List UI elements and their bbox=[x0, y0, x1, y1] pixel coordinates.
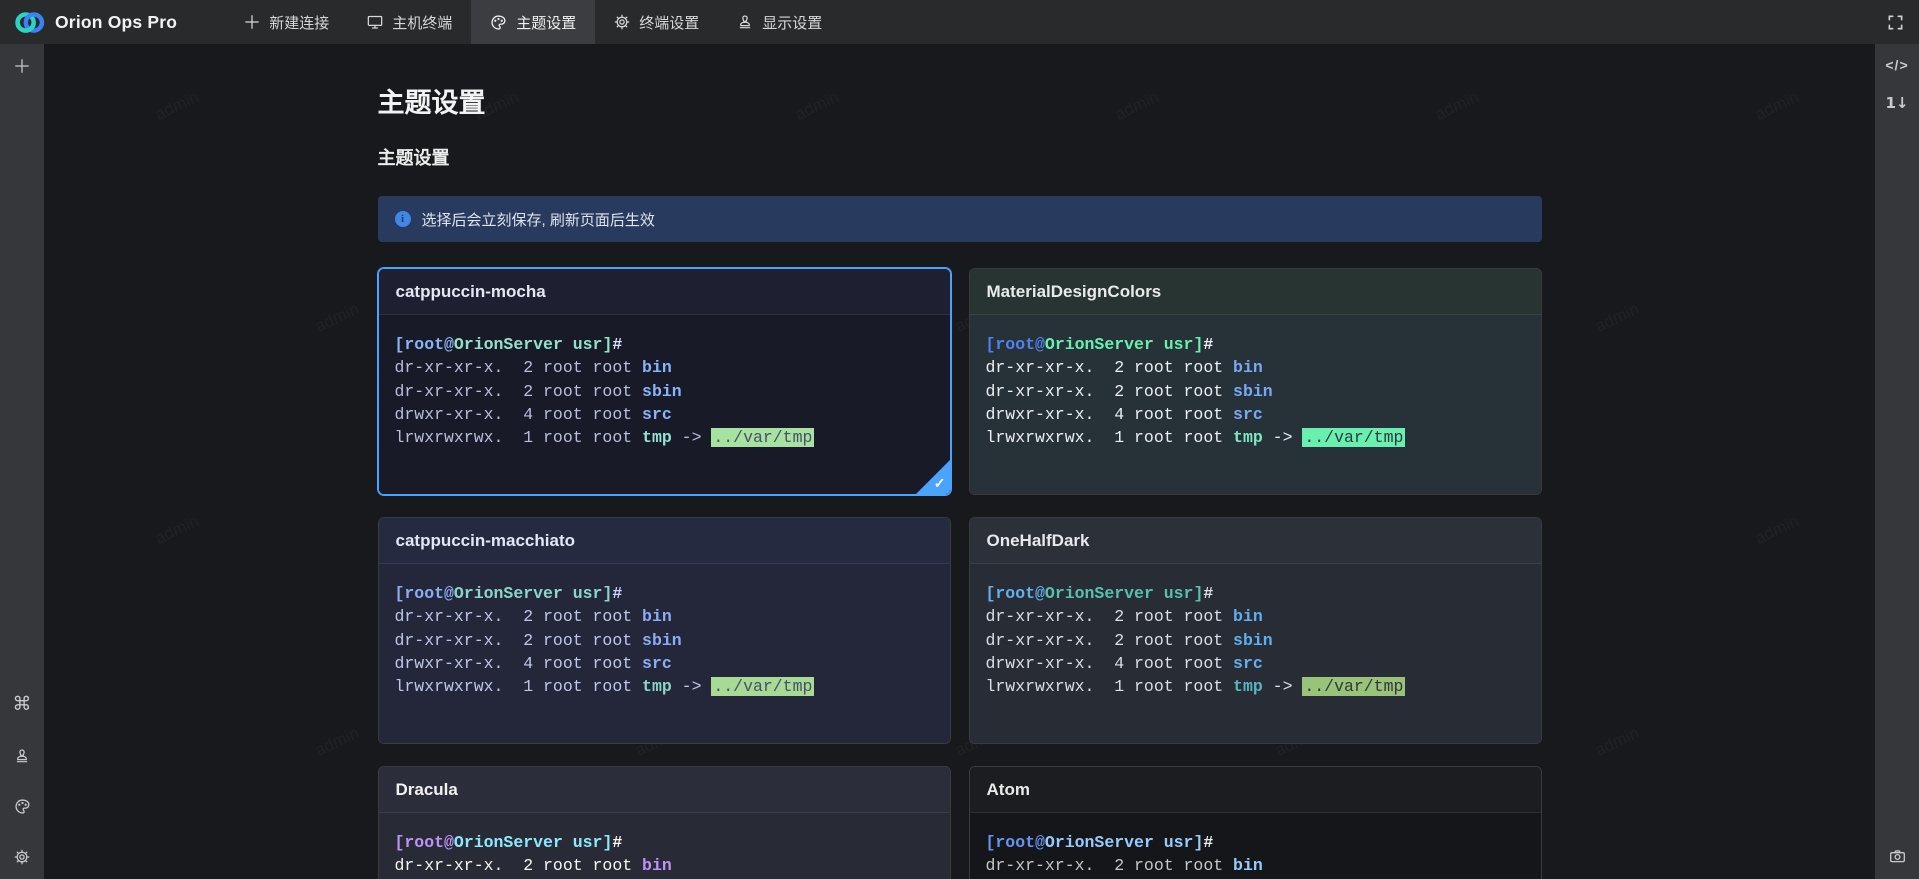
terminal-line: dr-xr-xr-x. 2 root root sbin bbox=[395, 629, 934, 652]
tab-label: 主题设置 bbox=[516, 12, 576, 33]
terminal-preview: [root@OrionServer usr]#dr-xr-xr-x. 2 roo… bbox=[970, 564, 1541, 744]
terminal-line: dr-xr-xr-x. 2 root root bin bbox=[395, 605, 934, 628]
tab-new-connection[interactable]: 新建连接 bbox=[225, 0, 348, 44]
terminal-line: drwxr-xr-x. 4 root root src bbox=[986, 652, 1525, 675]
watermark-text: admin bbox=[312, 723, 362, 761]
terminal-line: dr-xr-xr-x. 2 root root bin bbox=[395, 854, 934, 877]
terminal-line: lrwxrwxrwx. 1 root root tmp -> ../var/tm… bbox=[395, 675, 934, 698]
terminal-line: lrwxrwxrwx. 1 root root tmp -> ../var/tm… bbox=[395, 426, 934, 449]
terminal-line: dr-xr-xr-x. 2 root root sbin bbox=[395, 380, 934, 403]
plus-icon[interactable] bbox=[14, 58, 30, 74]
theme-card-title: Dracula bbox=[379, 767, 950, 813]
app-logo-icon bbox=[13, 6, 46, 39]
tab-label: 新建连接 bbox=[269, 12, 329, 33]
watermark-text: admin bbox=[152, 87, 202, 125]
watermark-text: admin bbox=[152, 511, 202, 549]
terminal-prompt-line: [root@OrionServer usr]# bbox=[395, 333, 934, 356]
left-toolbar: ⌘ bbox=[0, 44, 44, 879]
tab-host-terminal[interactable]: 主机终端 bbox=[348, 0, 471, 44]
terminal-prompt-line: [root@OrionServer usr]# bbox=[395, 831, 934, 854]
command-icon[interactable]: ⌘ bbox=[13, 695, 32, 714]
theme-card-grid: catppuccin-mocha[root@OrionServer usr]#d… bbox=[378, 268, 1542, 879]
code-icon[interactable]: </> bbox=[1885, 58, 1908, 72]
page-title: 主题设置 bbox=[378, 86, 1542, 120]
theme-card-title: Atom bbox=[970, 767, 1541, 813]
terminal-line: lrwxrwxrwx. 1 root root tmp -> ../var/tm… bbox=[986, 426, 1525, 449]
symlink-target: ../var/tmp bbox=[711, 428, 814, 447]
terminal-line: lrwxrwxrwx. 1 root root tmp -> ../var/tm… bbox=[986, 675, 1525, 698]
brand: Orion Ops Pro bbox=[0, 6, 177, 39]
right-toolbar: </> 1↓ bbox=[1875, 44, 1919, 879]
tab-terminal-settings[interactable]: 终端设置 bbox=[595, 0, 718, 44]
terminal-line: drwxr-xr-x. 4 root root src bbox=[395, 652, 934, 675]
theme-card-catppuccin-macchiato[interactable]: catppuccin-macchiato[root@OrionServer us… bbox=[378, 517, 951, 744]
terminal-preview: [root@OrionServer usr]#dr-xr-xr-x. 2 roo… bbox=[970, 813, 1541, 879]
tab-display-settings[interactable]: 显示设置 bbox=[718, 0, 841, 44]
terminal-prompt-line: [root@OrionServer usr]# bbox=[395, 582, 934, 605]
terminal-line: dr-xr-xr-x. 2 root root sbin bbox=[986, 380, 1525, 403]
gear-icon bbox=[614, 14, 630, 30]
nav-tabs: 新建连接 主机终端 主题设置 终端设置 显示设置 bbox=[225, 0, 841, 44]
terminal-line: dr-xr-xr-x. 2 root root bin bbox=[986, 605, 1525, 628]
terminal-preview: [root@OrionServer usr]#dr-xr-xr-x. 2 roo… bbox=[379, 813, 950, 879]
theme-card-one-half-dark[interactable]: OneHalfDark[root@OrionServer usr]#dr-xr-… bbox=[969, 517, 1542, 744]
terminal-line: drwxr-xr-x. 4 root root src bbox=[395, 403, 934, 426]
terminal-prompt-line: [root@OrionServer usr]# bbox=[986, 582, 1525, 605]
monitor-icon bbox=[367, 14, 383, 30]
tab-label: 主机终端 bbox=[392, 12, 452, 33]
theme-card-title: MaterialDesignColors bbox=[970, 269, 1541, 315]
gear-icon[interactable] bbox=[14, 849, 30, 865]
terminal-preview: [root@OrionServer usr]#dr-xr-xr-x. 2 roo… bbox=[379, 315, 950, 495]
alert-text: 选择后会立刻保存, 刷新页面后生效 bbox=[422, 209, 655, 230]
tab-theme-settings[interactable]: 主题设置 bbox=[471, 0, 595, 44]
terminal-preview: [root@OrionServer usr]#dr-xr-xr-x. 2 roo… bbox=[379, 564, 950, 744]
stamp-icon bbox=[737, 14, 753, 30]
symlink-target: ../var/tmp bbox=[1302, 677, 1405, 696]
watermark-text: admin bbox=[1592, 299, 1642, 337]
terminal-prompt-line: [root@OrionServer usr]# bbox=[986, 333, 1525, 356]
terminal-line: drwxr-xr-x. 4 root root src bbox=[986, 403, 1525, 426]
stamp-icon[interactable] bbox=[14, 748, 30, 764]
app-title: Orion Ops Pro bbox=[55, 12, 177, 33]
tab-label: 终端设置 bbox=[639, 12, 699, 33]
info-alert: i 选择后会立刻保存, 刷新页面后生效 bbox=[378, 196, 1542, 242]
terminal-line: dr-xr-xr-x. 2 root root bin bbox=[395, 356, 934, 379]
terminal-preview: [root@OrionServer usr]#dr-xr-xr-x. 2 roo… bbox=[970, 315, 1541, 495]
section-title: 主题设置 bbox=[378, 146, 1542, 170]
theme-card-title: catppuccin-macchiato bbox=[379, 518, 950, 564]
main-content: admin admin admin admin admin admin admin admin… bbox=[44, 44, 1875, 879]
palette-icon[interactable] bbox=[14, 798, 31, 815]
theme-card-dracula[interactable]: Dracula[root@OrionServer usr]#dr-xr-xr-x… bbox=[378, 766, 951, 879]
palette-icon bbox=[490, 14, 507, 31]
symlink-target: ../var/tmp bbox=[711, 677, 814, 696]
watermark-text: admin bbox=[1592, 723, 1642, 761]
terminal-line: dr-xr-xr-x. 2 root root bin bbox=[986, 854, 1525, 877]
theme-card-title: OneHalfDark bbox=[970, 518, 1541, 564]
terminal-line: dr-xr-xr-x. 2 root root bin bbox=[986, 356, 1525, 379]
theme-card-catppuccin-mocha[interactable]: catppuccin-mocha[root@OrionServer usr]#d… bbox=[378, 268, 951, 495]
tab-label: 显示设置 bbox=[762, 12, 822, 33]
theme-card-title: catppuccin-mocha bbox=[379, 269, 950, 315]
watermark-text: admin bbox=[1752, 87, 1802, 125]
terminal-prompt-line: [root@OrionServer usr]# bbox=[986, 831, 1525, 854]
plus-icon bbox=[244, 14, 260, 30]
check-icon: ✓ bbox=[934, 475, 946, 492]
theme-card-material-design-colors[interactable]: MaterialDesignColors[root@OrionServer us… bbox=[969, 268, 1542, 495]
info-icon: i bbox=[395, 211, 411, 227]
camera-icon[interactable] bbox=[1889, 848, 1906, 865]
terminal-line: dr-xr-xr-x. 2 root root sbin bbox=[986, 629, 1525, 652]
symlink-target: ../var/tmp bbox=[1302, 428, 1405, 447]
sort-icon[interactable]: 1↓ bbox=[1885, 96, 1908, 111]
top-navbar: Orion Ops Pro 新建连接 主机终端 主题设置 终端设置 显示设置 bbox=[0, 0, 1919, 44]
fullscreen-icon[interactable] bbox=[1887, 14, 1904, 31]
watermark-text: admin bbox=[312, 299, 362, 337]
theme-card-atom[interactable]: Atom[root@OrionServer usr]#dr-xr-xr-x. 2… bbox=[969, 766, 1542, 879]
watermark-text: admin bbox=[1752, 511, 1802, 549]
